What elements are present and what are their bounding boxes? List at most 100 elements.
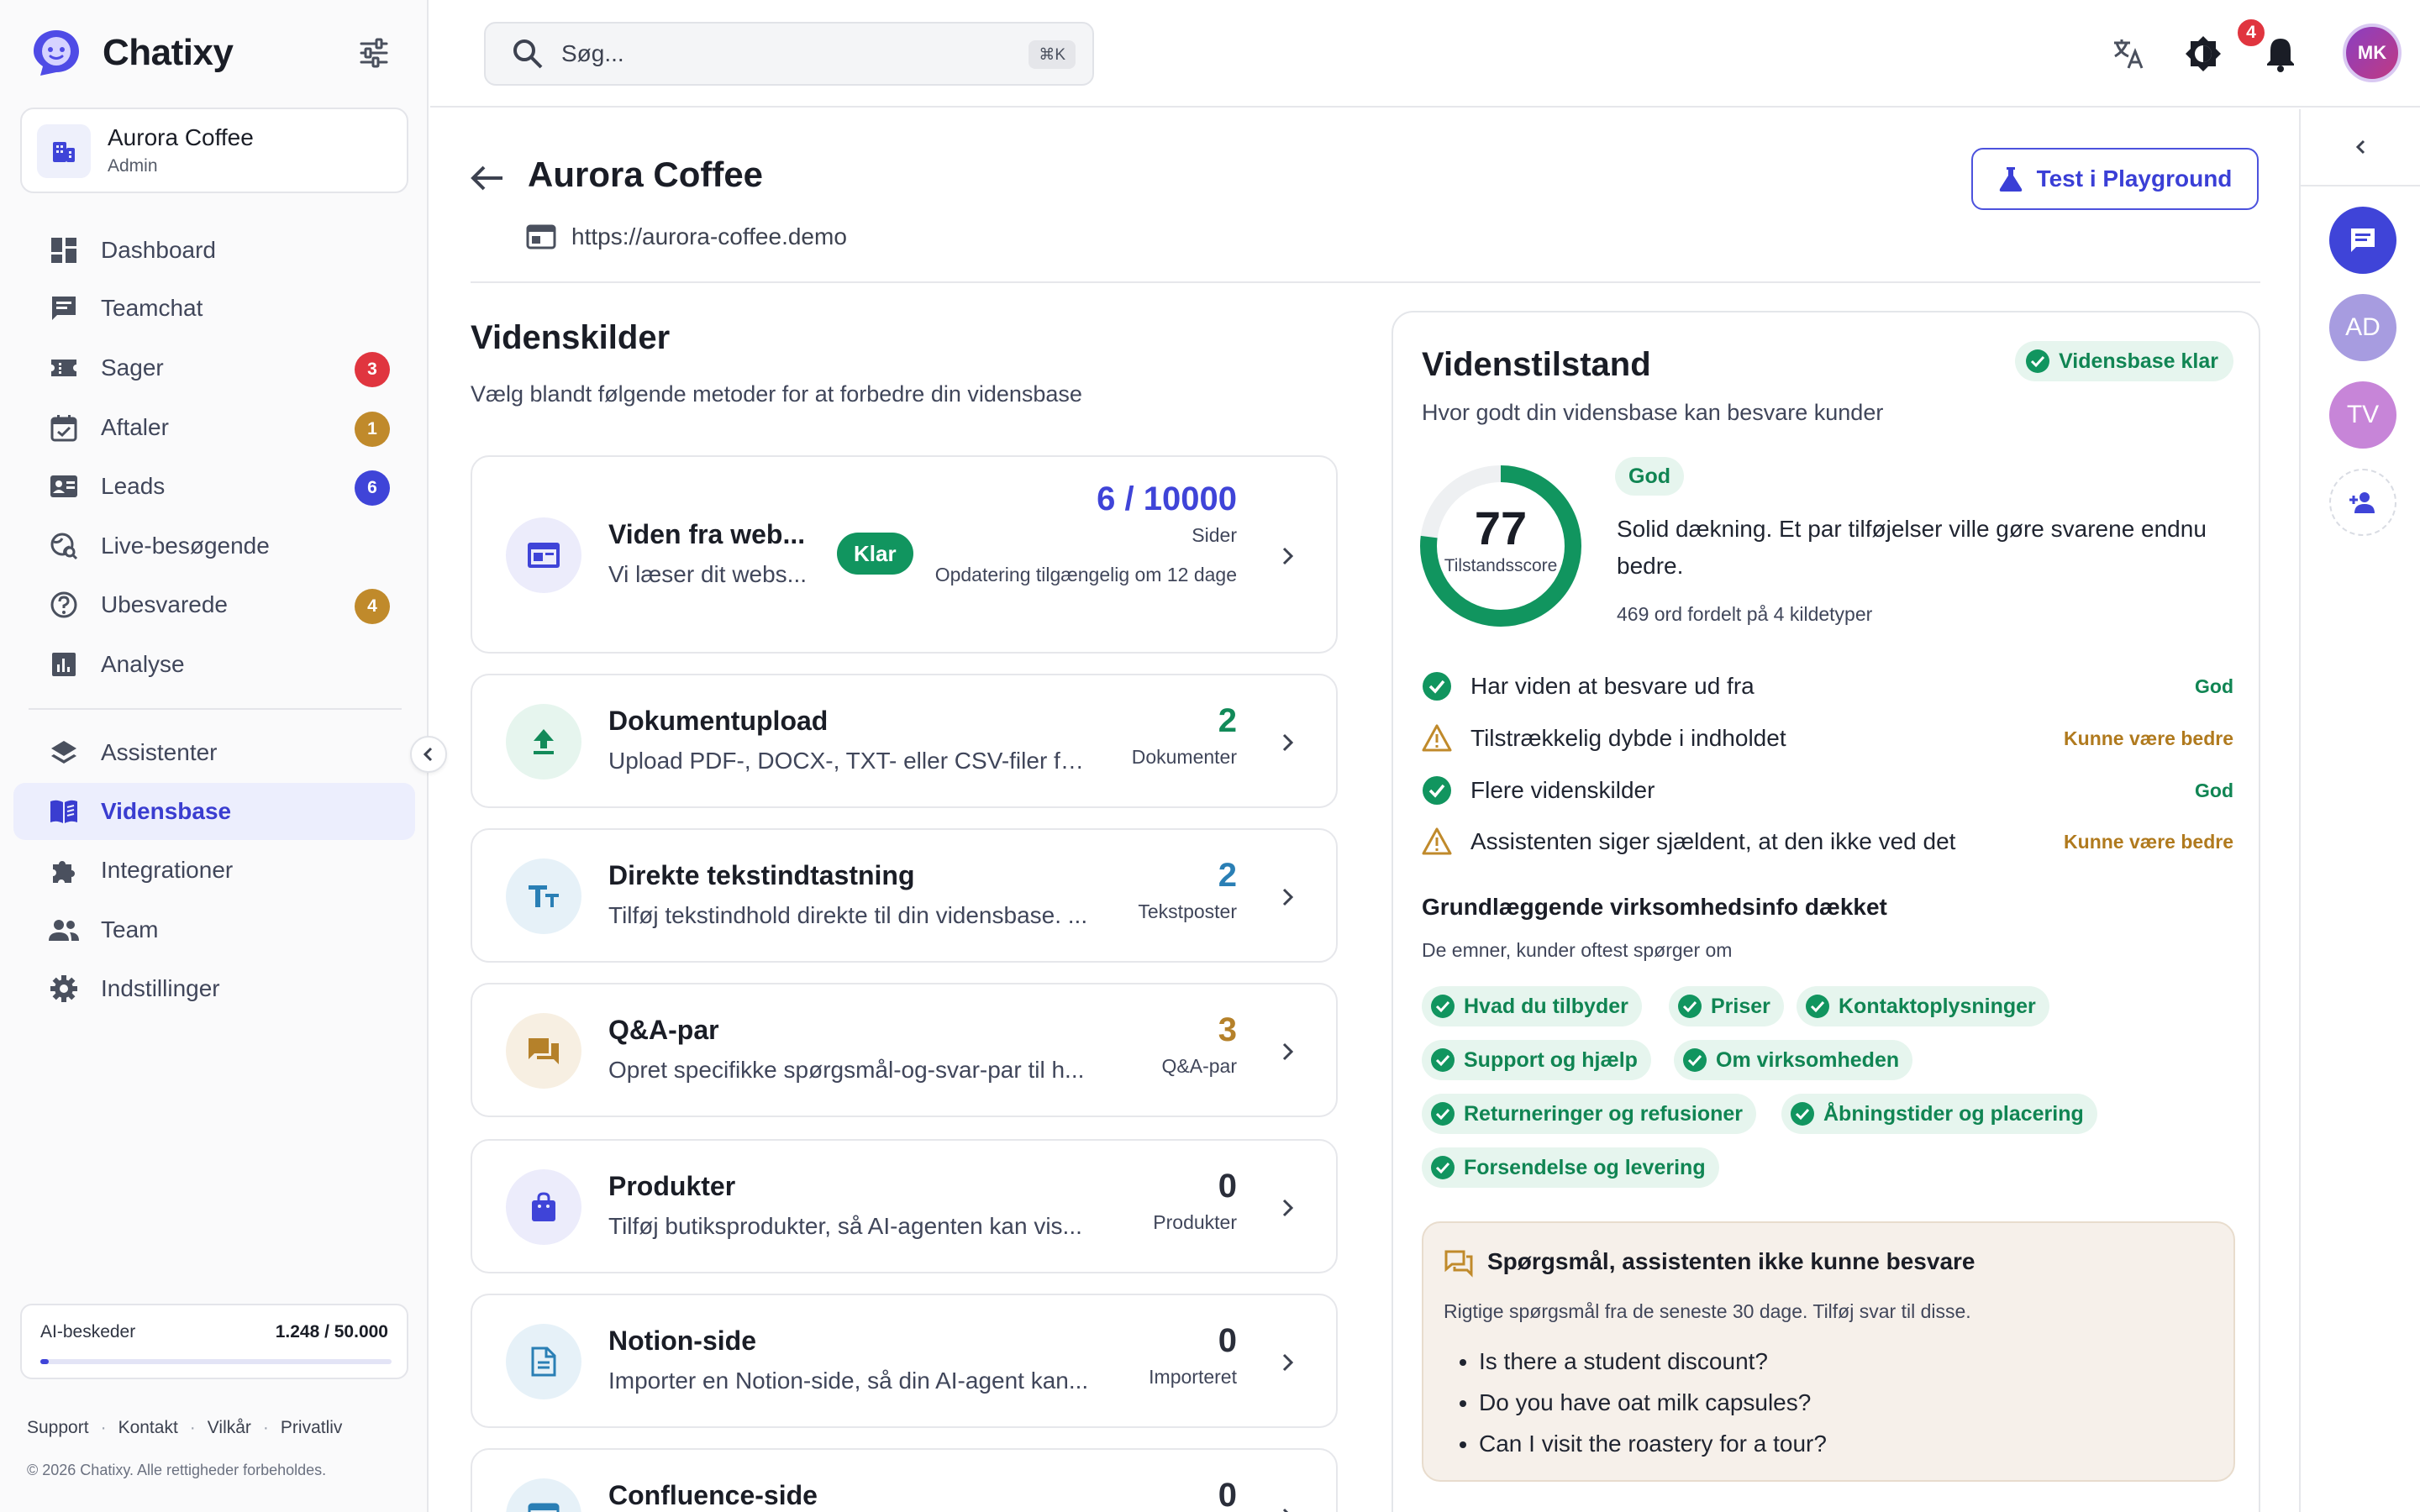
- nav-team[interactable]: Team: [13, 901, 415, 958]
- ready-label: Vidensbase klar: [2059, 349, 2218, 373]
- person-add-icon: [2349, 492, 2375, 513]
- usage-progress-track: [40, 1359, 392, 1364]
- check-circle-icon: [1431, 1048, 1455, 1072]
- chevron-right-icon: [1282, 733, 1294, 752]
- topic-chip: Forsendelse og levering: [1422, 1147, 1719, 1188]
- check-circle-icon: [1683, 1048, 1707, 1072]
- theme-toggle-icon[interactable]: [2183, 34, 2223, 74]
- footer-separator: ·: [262, 1418, 269, 1437]
- source-card-notion[interactable]: Notion-side Importer en Notion-side, så …: [471, 1294, 1338, 1428]
- org-switcher[interactable]: Aurora Coffee Admin: [20, 108, 408, 193]
- source-count: 2: [1218, 702, 1237, 739]
- topic-chip: Hvad du tilbyder: [1422, 986, 1642, 1026]
- nav-sager[interactable]: Sager 3: [13, 339, 415, 396]
- unanswered-question[interactable]: Is there a student discount?: [1479, 1341, 1827, 1382]
- topic-label: Om virksomheden: [1716, 1047, 1900, 1072]
- criterion-status: God: [2195, 675, 2233, 697]
- sidebar-tune-icon[interactable]: [356, 35, 392, 71]
- source-count: 6 / 10000: [1097, 480, 1237, 517]
- nav-aftaler[interactable]: Aftaler 1: [13, 399, 415, 456]
- source-description: Tilføj butiksprodukter, så AI-agenten ka…: [608, 1213, 1082, 1239]
- source-card-text[interactable]: Direkte tekstindtastning Tilføj tekstind…: [471, 828, 1338, 963]
- sager-count-badge: 3: [355, 352, 390, 387]
- rail-avatar-tv[interactable]: TV: [2329, 381, 2396, 449]
- contact-card-icon: [47, 470, 81, 503]
- source-unit: Produkter: [1153, 1211, 1237, 1233]
- nav-analyse[interactable]: Analyse: [13, 636, 415, 693]
- health-summary: Solid dækning. Et par tilføjelser ville …: [1617, 516, 2207, 579]
- unanswered-list: Is there a student discount? Do you have…: [1479, 1341, 1827, 1464]
- nav-label: Assistenter: [101, 739, 218, 765]
- knowledge-health-panel: Videnstilstand Hvor godt din vidensbase …: [1392, 311, 2260, 1512]
- source-count: 3: [1218, 1011, 1237, 1048]
- check-circle-icon: [1678, 995, 1702, 1018]
- web-icon: [526, 224, 556, 249]
- back-arrow-icon[interactable]: [469, 160, 506, 197]
- nav-label: Dashboard: [101, 237, 216, 263]
- source-card-web[interactable]: Viden fra web... Vi læser dit webs... Kl…: [471, 455, 1338, 654]
- unanswered-question[interactable]: Can I visit the roastery for a tour?: [1479, 1423, 1827, 1464]
- nav-assistants[interactable]: Assistenter: [13, 724, 415, 781]
- check-circle-icon: [1423, 776, 1451, 805]
- source-card-qa[interactable]: Q&A-par Opret specifikke spørgsmål-og-sv…: [471, 983, 1338, 1117]
- check-circle-icon: [1431, 995, 1455, 1018]
- nav-label: Integrationer: [101, 857, 234, 883]
- add-person-button[interactable]: [2329, 469, 2396, 536]
- rail-collapse-button[interactable]: [2301, 109, 2420, 186]
- nav-knowledge-base[interactable]: Vidensbase: [13, 783, 415, 840]
- check-circle-icon: [1423, 672, 1451, 701]
- bell-icon[interactable]: [2260, 34, 2301, 74]
- source-title: Q&A-par: [608, 1015, 719, 1045]
- leads-count-badge: 6: [355, 470, 390, 506]
- text-fields-icon: [506, 858, 581, 934]
- footer-separator: ·: [100, 1418, 107, 1437]
- usage-value: 1.248 / 50.000: [275, 1322, 388, 1341]
- web-page-icon: [506, 1478, 581, 1512]
- playground-label: Test i Playground: [2036, 165, 2233, 192]
- footer-link-support[interactable]: Support: [27, 1418, 89, 1438]
- health-score-label: Tilstandsscore: [1444, 556, 1558, 575]
- nav-unanswered[interactable]: Ubesvarede 4: [13, 576, 415, 633]
- unanswered-question[interactable]: Do you have oat milk capsules?: [1479, 1382, 1827, 1423]
- web-icon: [506, 517, 581, 593]
- test-playground-button[interactable]: Test i Playground: [1971, 148, 2259, 210]
- chevron-right-icon: [1282, 1353, 1294, 1372]
- chevron-right-icon: [1282, 1042, 1294, 1061]
- translate-icon[interactable]: [2109, 34, 2149, 74]
- people-icon: [47, 913, 81, 947]
- nav-settings[interactable]: Indstillinger: [13, 960, 415, 1017]
- nav-label: Analyse: [101, 651, 185, 677]
- criterion-row: Flere videnskilder God: [1422, 769, 2233, 811]
- word-count: 469 ord fordelt på 4 kildetyper: [1617, 603, 1873, 625]
- brand-name: Chatixy: [103, 32, 234, 73]
- source-title: Produkter: [608, 1171, 736, 1201]
- nav-live-visitors[interactable]: Live-besøgende: [13, 517, 415, 575]
- source-unit: Importeret: [1149, 1366, 1237, 1388]
- health-subtitle: Hvor godt din vidensbase kan besvare kun…: [1422, 400, 1884, 425]
- source-card-document-upload[interactable]: Dokumentupload Upload PDF-, DOCX-, TXT- …: [471, 674, 1338, 808]
- search-box[interactable]: ⌘K: [484, 22, 1094, 86]
- rail-avatar-ad[interactable]: AD: [2329, 294, 2396, 361]
- topic-label: Support og hjælp: [1464, 1047, 1638, 1072]
- criterion-label: Har viden at besvare ud fra: [1470, 673, 1754, 699]
- org-role: Admin: [108, 156, 158, 176]
- source-card-confluence[interactable]: Confluence-side 0: [471, 1448, 1338, 1512]
- nav-integrations[interactable]: Integrationer: [13, 842, 415, 899]
- collapse-sidebar-button[interactable]: [410, 736, 447, 773]
- user-avatar[interactable]: MK: [2343, 24, 2402, 82]
- footer-links: Support · Kontakt · Vilkår · Privatliv: [27, 1418, 342, 1438]
- footer-link-terms[interactable]: Vilkår: [208, 1418, 251, 1438]
- criterion-row: Har viden at besvare ud fra God: [1422, 665, 2233, 707]
- source-card-products[interactable]: Produkter Tilføj butiksprodukter, så AI-…: [471, 1139, 1338, 1273]
- search-shortcut: ⌘K: [1028, 40, 1076, 69]
- footer-link-privacy[interactable]: Privatliv: [281, 1418, 343, 1438]
- search-input[interactable]: [561, 40, 998, 67]
- nav-label: Vidensbase: [101, 798, 232, 824]
- status-badge: Klar: [837, 533, 913, 575]
- chat-widget-button[interactable]: [2329, 207, 2396, 274]
- footer-link-contact[interactable]: Kontakt: [118, 1418, 178, 1438]
- nav-teamchat[interactable]: Teamchat: [13, 280, 415, 337]
- nav-leads[interactable]: Leads 6: [13, 458, 415, 515]
- grade-badge: God: [1615, 457, 1684, 496]
- nav-dashboard[interactable]: Dashboard: [13, 222, 415, 279]
